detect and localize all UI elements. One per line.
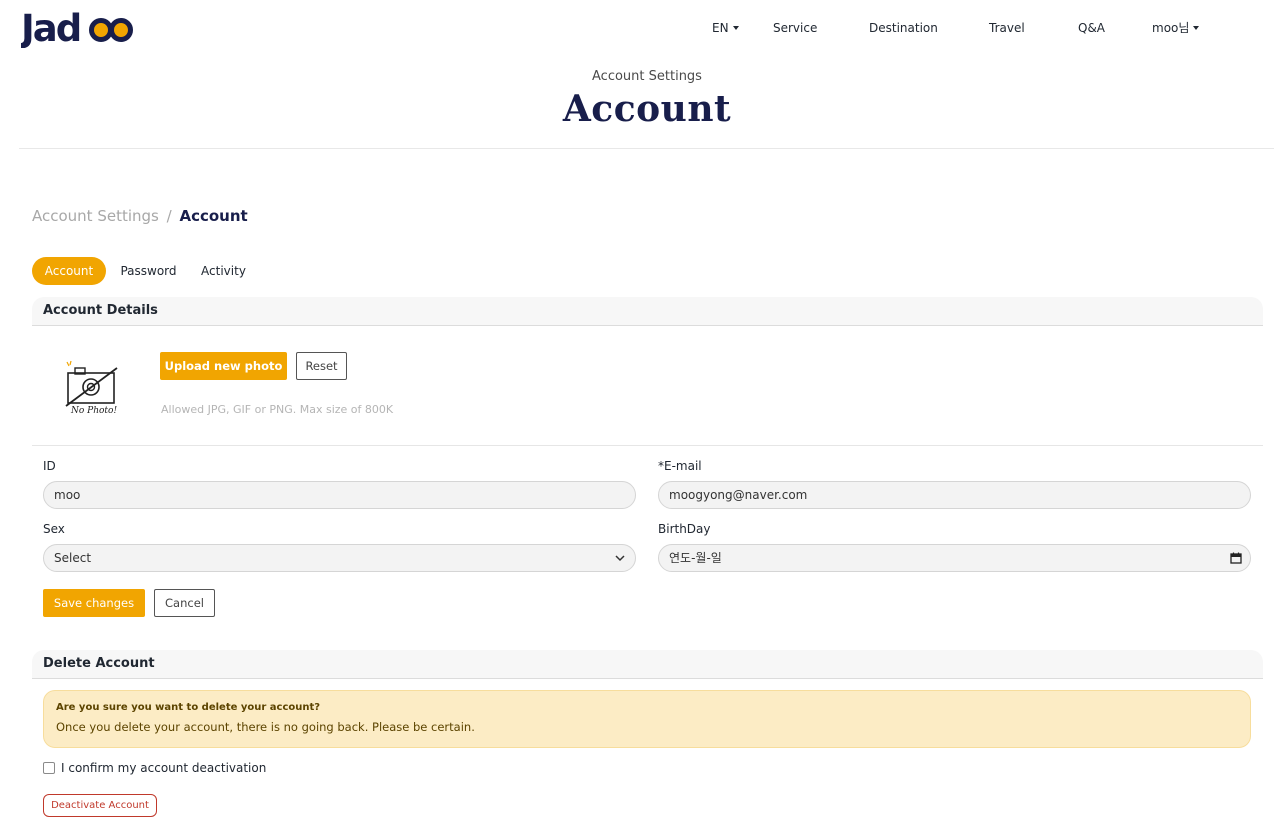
- upload-hint: Allowed JPG, GIF or PNG. Max size of 800…: [161, 403, 394, 416]
- save-changes-button[interactable]: Save changes: [43, 589, 145, 617]
- upload-photo-button[interactable]: Upload new photo: [160, 352, 287, 380]
- delete-warning-alert: Are you sure you want to delete your acc…: [43, 690, 1251, 748]
- email-label: *E-mail: [658, 459, 702, 473]
- user-name: moo님: [1152, 21, 1190, 35]
- confirm-deactivation-label[interactable]: I confirm my account deactivation: [61, 761, 266, 775]
- language-label: EN: [712, 21, 729, 35]
- id-label: ID: [43, 459, 56, 473]
- birthday-label: BirthDay: [658, 522, 711, 536]
- header-divider: [19, 148, 1274, 149]
- reset-photo-button[interactable]: Reset: [296, 352, 347, 380]
- sex-value: Select: [54, 551, 92, 565]
- no-photo-caption: No Photo!: [70, 406, 117, 416]
- warning-body: Once you delete your account, there is n…: [56, 720, 475, 734]
- calendar-icon[interactable]: [1230, 552, 1242, 564]
- sex-select[interactable]: Select: [43, 544, 636, 572]
- breadcrumb: Account Settings / Account: [32, 207, 248, 225]
- section-divider: [32, 445, 1263, 446]
- delete-account-header: Delete Account: [32, 650, 1263, 679]
- no-photo-icon: No Photo!: [65, 360, 118, 416]
- language-dropdown[interactable]: EN: [712, 20, 739, 36]
- avatar: No Photo!: [43, 340, 139, 430]
- confirm-deactivation-checkbox[interactable]: [43, 762, 55, 774]
- sex-label: Sex: [43, 522, 65, 536]
- id-input[interactable]: moo: [43, 481, 636, 509]
- chevron-down-icon: [615, 555, 625, 562]
- user-menu[interactable]: moo님: [1152, 20, 1200, 36]
- delete-account-heading: Delete Account: [43, 656, 155, 671]
- warning-title: Are you sure you want to delete your acc…: [56, 702, 321, 713]
- cancel-button[interactable]: Cancel: [154, 589, 215, 617]
- svg-text:Jad: Jad: [21, 8, 80, 48]
- birthday-placeholder: 연도-월-일: [669, 551, 722, 565]
- nav-service[interactable]: Service: [773, 20, 817, 36]
- breadcrumb-parent[interactable]: Account Settings: [32, 207, 159, 225]
- page-title: Account: [562, 88, 732, 130]
- email-value: moogyong@naver.com: [669, 488, 808, 502]
- account-details-header: Account Details: [32, 297, 1263, 326]
- nav-travel[interactable]: Travel: [989, 20, 1025, 36]
- tab-password[interactable]: Password: [112, 257, 185, 285]
- caret-down-icon: [1193, 26, 1200, 30]
- tab-activity[interactable]: Activity: [192, 257, 255, 285]
- email-input[interactable]: moogyong@naver.com: [658, 481, 1251, 509]
- nav-destination[interactable]: Destination: [869, 20, 938, 36]
- logo-mark: Jad: [18, 7, 133, 50]
- account-details-heading: Account Details: [43, 303, 158, 318]
- id-value: moo: [54, 488, 81, 502]
- breadcrumb-separator: /: [166, 207, 172, 225]
- tab-account[interactable]: Account: [32, 257, 106, 285]
- breadcrumb-current: Account: [179, 207, 248, 225]
- logo[interactable]: Jad: [18, 7, 133, 50]
- page-subtitle: Account Settings: [592, 69, 702, 84]
- birthday-input[interactable]: 연도-월-일: [658, 544, 1251, 572]
- caret-down-icon: [732, 26, 739, 30]
- nav-qa[interactable]: Q&A: [1078, 20, 1105, 36]
- deactivate-account-button[interactable]: Deactivate Account: [43, 794, 157, 817]
